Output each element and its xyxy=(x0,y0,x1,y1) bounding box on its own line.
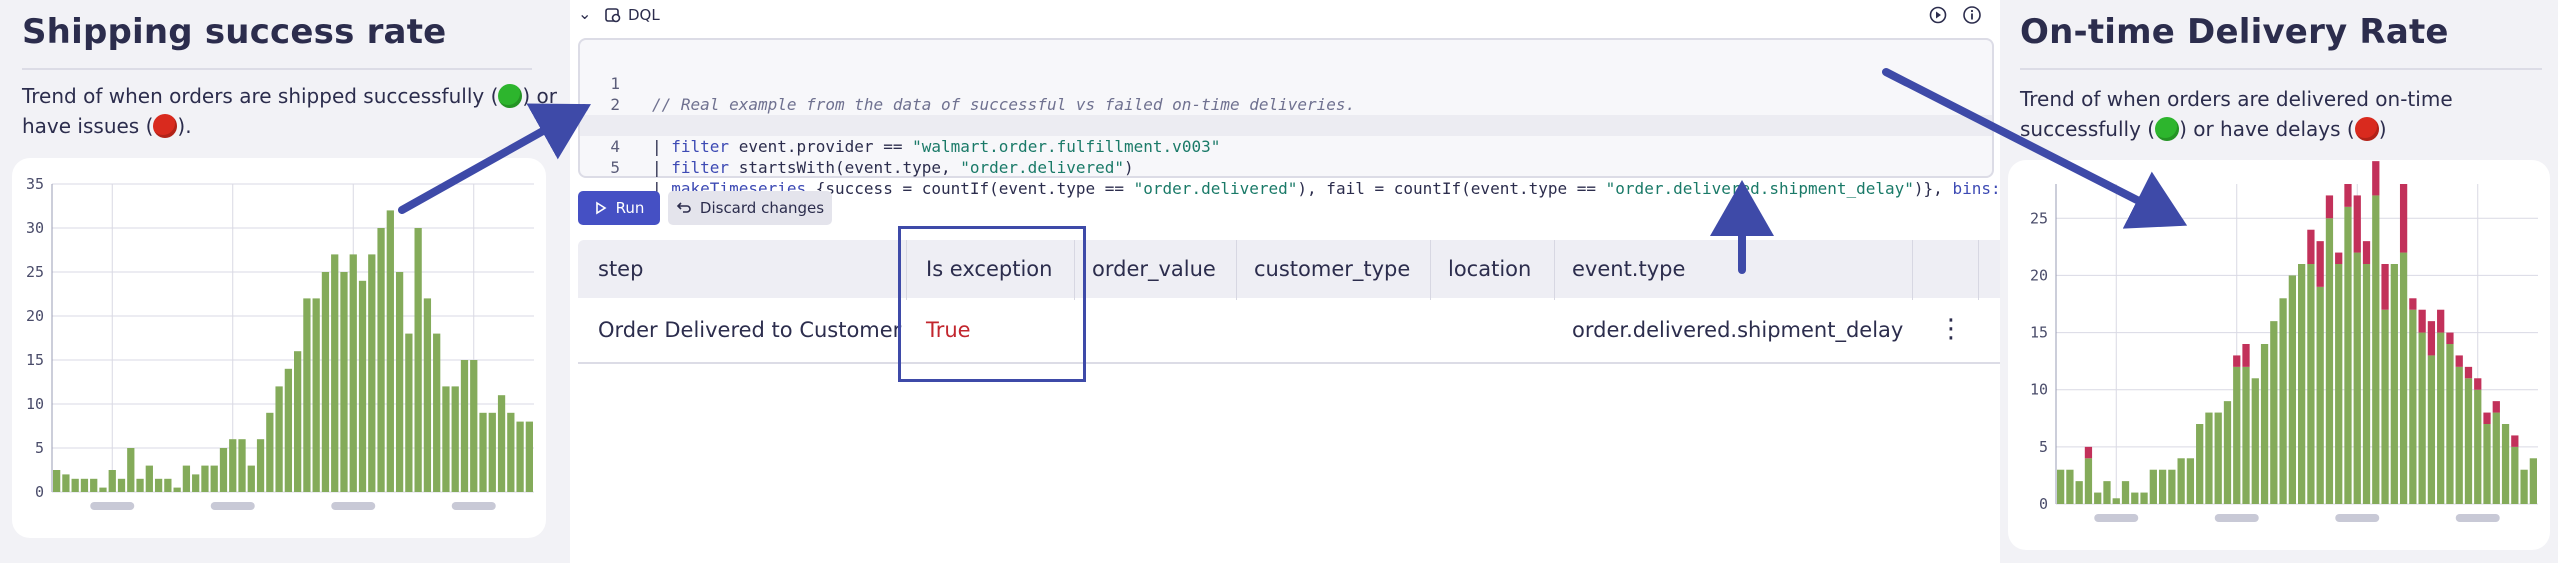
annotation-arrows xyxy=(398,68,2188,274)
arrow-to-delivery-chart xyxy=(1882,68,2188,229)
arrow-to-editor xyxy=(398,103,591,214)
